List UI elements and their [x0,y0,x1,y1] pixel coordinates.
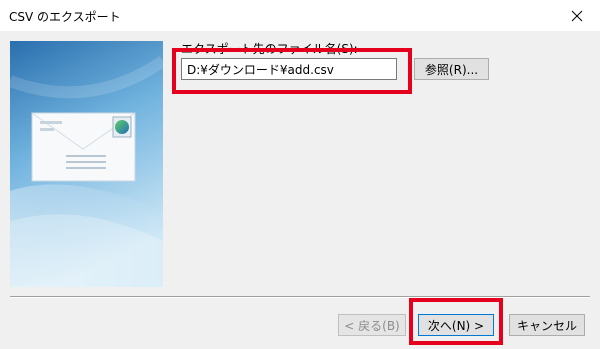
path-highlight-box [172,48,412,94]
browse-button[interactable]: 参照(R)... [414,58,489,80]
mail-envelope-illustration [10,41,163,287]
close-icon [571,10,583,21]
footer-divider [10,296,590,298]
window-title: CSV のエクスポート [9,10,121,24]
cancel-button[interactable]: キャンセル [509,314,585,336]
close-button[interactable] [554,0,600,31]
wizard-illustration [10,41,163,287]
title-bar: CSV のエクスポート [0,0,600,31]
back-button[interactable]: < 戻る(B) [338,314,406,336]
csv-export-dialog: CSV のエクスポート エクスポート先のファイル名(S): D:¥ダウンロード¥… [0,0,600,349]
next-highlight-box [409,298,503,345]
